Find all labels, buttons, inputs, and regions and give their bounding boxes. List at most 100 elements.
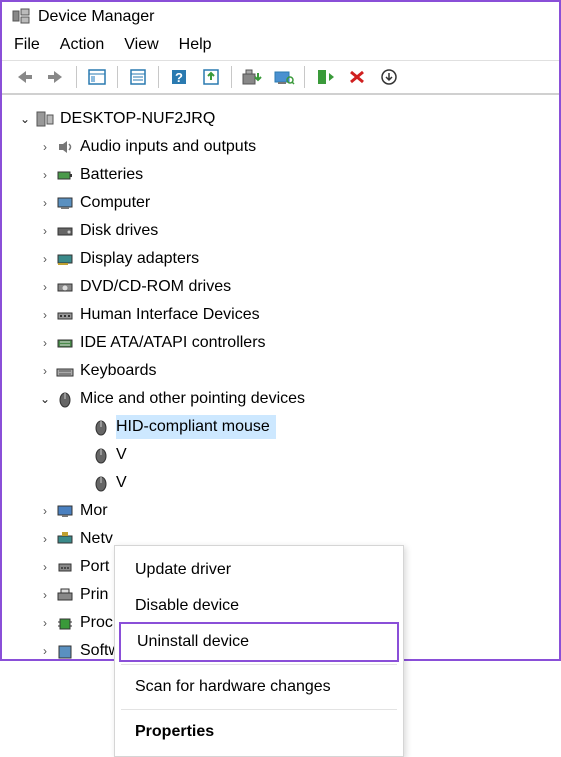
- chevron-down-icon[interactable]: ⌄: [38, 390, 52, 408]
- tree-label: Prin: [80, 583, 108, 607]
- network-icon: [54, 529, 76, 549]
- scan-hardware-button[interactable]: [269, 64, 299, 90]
- computer-icon: [34, 109, 56, 129]
- display-adapter-icon: [54, 249, 76, 269]
- mouse-icon: [54, 389, 76, 409]
- chevron-right-icon[interactable]: ›: [38, 362, 52, 380]
- ctx-uninstall-device[interactable]: Uninstall device: [119, 622, 399, 662]
- tree-item-mouse-2[interactable]: V: [8, 441, 555, 469]
- ide-icon: [54, 333, 76, 353]
- chevron-right-icon[interactable]: ›: [38, 222, 52, 240]
- chevron-right-icon[interactable]: ›: [38, 502, 52, 520]
- mouse-icon: [90, 445, 112, 465]
- toolbar: ?: [2, 61, 559, 95]
- ctx-update-driver[interactable]: Update driver: [115, 552, 403, 588]
- context-menu: Update driver Disable device Uninstall d…: [114, 545, 404, 757]
- tree-item-monitors[interactable]: › Mor: [8, 497, 555, 525]
- ctx-separator: [121, 709, 397, 710]
- tree-label: V: [116, 471, 127, 495]
- enable-button[interactable]: [310, 64, 340, 90]
- chevron-right-icon[interactable]: ›: [38, 166, 52, 184]
- cpu-icon: [54, 613, 76, 633]
- mouse-icon: [90, 417, 112, 437]
- hid-icon: [54, 305, 76, 325]
- tree-item-mice[interactable]: ⌄ Mice and other pointing devices: [8, 385, 555, 413]
- title-bar: Device Manager: [2, 2, 559, 32]
- toolbar-separator: [304, 66, 305, 88]
- tree-label: IDE ATA/ATAPI controllers: [80, 331, 266, 355]
- window-title: Device Manager: [38, 8, 155, 26]
- chevron-right-icon[interactable]: ›: [38, 138, 52, 156]
- tree-label: Mor: [80, 499, 108, 523]
- toolbar-separator: [117, 66, 118, 88]
- ctx-properties[interactable]: Properties: [115, 714, 403, 750]
- disable-button[interactable]: [342, 64, 372, 90]
- back-button[interactable]: [9, 64, 39, 90]
- tree-item-dvd[interactable]: › DVD/CD-ROM drives: [8, 273, 555, 301]
- battery-icon: [54, 165, 76, 185]
- chevron-right-icon[interactable]: ›: [38, 334, 52, 352]
- toolbar-separator: [76, 66, 77, 88]
- tree-label: Batteries: [80, 163, 143, 187]
- tree-item-ide[interactable]: › IDE ATA/ATAPI controllers: [8, 329, 555, 357]
- tree-item-disk[interactable]: › Disk drives: [8, 217, 555, 245]
- tree-label: Keyboards: [80, 359, 157, 383]
- chevron-right-icon[interactable]: ›: [38, 642, 52, 660]
- port-icon: [54, 557, 76, 577]
- tree-label: V: [116, 443, 127, 467]
- device-tree: ⌄ DESKTOP-NUF2JRQ › Audio inputs and out…: [2, 95, 559, 669]
- menu-help[interactable]: Help: [179, 36, 212, 54]
- chevron-right-icon[interactable]: ›: [38, 558, 52, 576]
- menu-action[interactable]: Action: [60, 36, 104, 54]
- ctx-scan-hardware[interactable]: Scan for hardware changes: [115, 669, 403, 705]
- speaker-icon: [54, 137, 76, 157]
- chevron-right-icon[interactable]: ›: [38, 614, 52, 632]
- software-icon: [54, 641, 76, 661]
- tree-item-hid[interactable]: › Human Interface Devices: [8, 301, 555, 329]
- show-hidden-button[interactable]: [82, 64, 112, 90]
- tree-item-batteries[interactable]: › Batteries: [8, 161, 555, 189]
- chevron-right-icon[interactable]: ›: [38, 530, 52, 548]
- tree-label: HID-compliant mouse: [116, 415, 276, 439]
- tree-label: Netv: [80, 527, 113, 551]
- tree-label: DVD/CD-ROM drives: [80, 275, 231, 299]
- monitor-icon: [54, 501, 76, 521]
- tree-label: Proc: [80, 611, 113, 635]
- more-button[interactable]: [374, 64, 404, 90]
- tree-label: Display adapters: [80, 247, 199, 271]
- device-manager-icon: [12, 8, 30, 26]
- keyboard-icon: [54, 361, 76, 381]
- tree-label: Port: [80, 555, 109, 579]
- pc-icon: [54, 193, 76, 213]
- help-button[interactable]: ?: [164, 64, 194, 90]
- tree-item-mouse-3[interactable]: V: [8, 469, 555, 497]
- chevron-right-icon[interactable]: ›: [38, 306, 52, 324]
- tree-item-computer[interactable]: › Computer: [8, 189, 555, 217]
- tree-label: Mice and other pointing devices: [80, 387, 305, 411]
- mouse-icon: [90, 473, 112, 493]
- chevron-right-icon[interactable]: ›: [38, 278, 52, 296]
- printer-icon: [54, 585, 76, 605]
- chevron-right-icon[interactable]: ›: [38, 250, 52, 268]
- tree-item-hid-mouse[interactable]: HID-compliant mouse: [8, 413, 555, 441]
- uninstall-button[interactable]: [237, 64, 267, 90]
- ctx-disable-device[interactable]: Disable device: [115, 588, 403, 624]
- tree-item-display[interactable]: › Display adapters: [8, 245, 555, 273]
- menu-view[interactable]: View: [124, 36, 158, 54]
- forward-button[interactable]: [41, 64, 71, 90]
- menu-file[interactable]: File: [14, 36, 40, 54]
- toolbar-separator: [158, 66, 159, 88]
- properties-button[interactable]: [123, 64, 153, 90]
- tree-root[interactable]: ⌄ DESKTOP-NUF2JRQ: [8, 105, 555, 133]
- chevron-right-icon[interactable]: ›: [38, 586, 52, 604]
- ctx-separator: [121, 664, 397, 665]
- chevron-down-icon[interactable]: ⌄: [18, 110, 32, 128]
- chevron-right-icon[interactable]: ›: [38, 194, 52, 212]
- dvd-icon: [54, 277, 76, 297]
- tree-item-keyboards[interactable]: › Keyboards: [8, 357, 555, 385]
- tree-label: Audio inputs and outputs: [80, 135, 256, 159]
- disk-icon: [54, 221, 76, 241]
- tree-item-audio[interactable]: › Audio inputs and outputs: [8, 133, 555, 161]
- update-driver-button[interactable]: [196, 64, 226, 90]
- tree-label: Human Interface Devices: [80, 303, 260, 327]
